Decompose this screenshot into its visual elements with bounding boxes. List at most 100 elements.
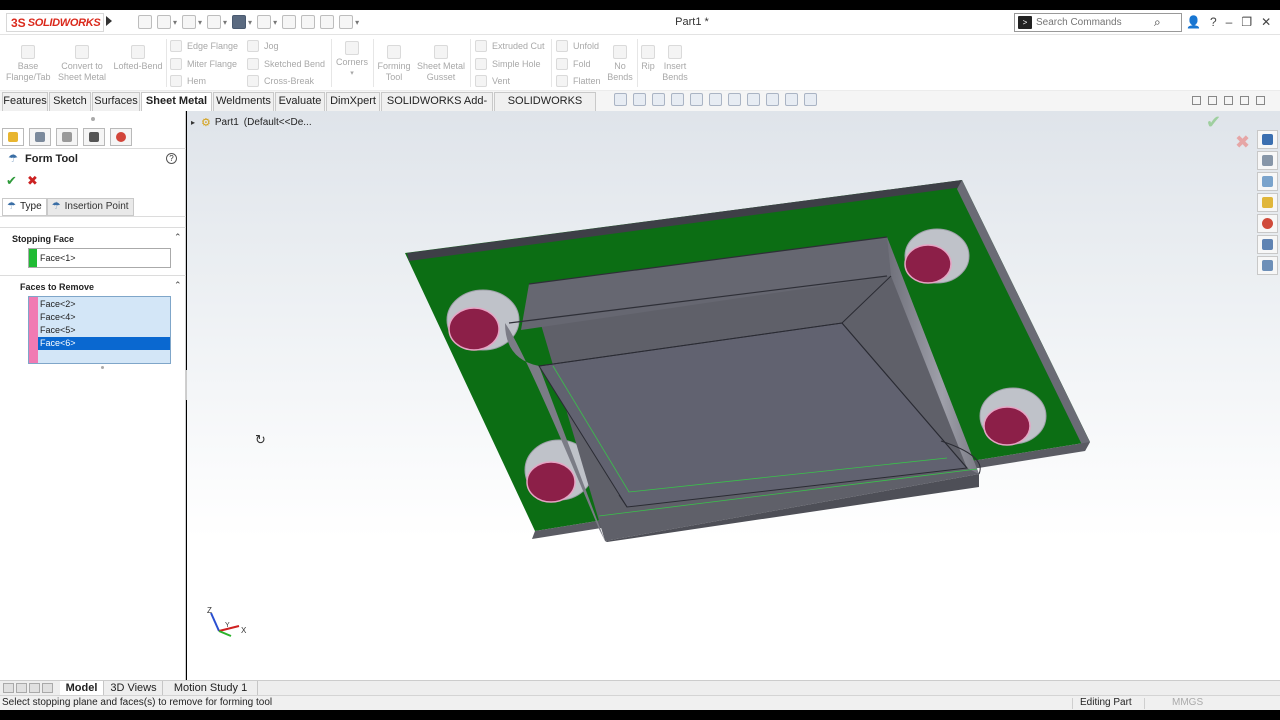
subtab-type[interactable]: ☂ Type	[2, 198, 47, 216]
display-manager-tab[interactable]	[110, 128, 132, 146]
rebuild-icon[interactable]	[301, 15, 316, 29]
print-icon[interactable]	[232, 15, 247, 29]
file-properties-icon[interactable]	[320, 15, 335, 29]
user-icon[interactable]: 👤	[1186, 15, 1201, 29]
new-dropdown-icon[interactable]: ▾	[173, 18, 177, 27]
apply-scene-icon[interactable]	[785, 93, 798, 106]
view-orientation-icon[interactable]	[709, 93, 722, 106]
save-icon[interactable]	[207, 15, 222, 29]
tab-solidworks-mbd[interactable]: SOLIDWORKS MBD	[494, 92, 596, 124]
faces-to-remove-collapse-icon[interactable]: ⌃	[174, 280, 182, 291]
tab-motion-study[interactable]: Motion Study 1	[164, 681, 258, 696]
first-tab-icon[interactable]	[3, 683, 14, 693]
sheet-metal-gusset-button[interactable]: Sheet Metal Gusset	[414, 45, 468, 83]
last-tab-icon[interactable]	[42, 683, 53, 693]
doc-minimize-icon[interactable]	[1224, 96, 1233, 105]
task-pane-resources-tab[interactable]	[1257, 151, 1278, 170]
next-tab-icon[interactable]	[29, 683, 40, 693]
base-flange-button[interactable]: Base Flange/Tab	[6, 45, 51, 83]
print-dropdown-icon[interactable]: ▾	[248, 18, 252, 27]
graphics-area[interactable]: ▸ ⚙ Part1 (Default<<De... ✔ ✖ ↻ Z X Y	[187, 111, 1280, 681]
feature-manager-tab[interactable]	[2, 128, 24, 146]
faces-to-remove-list[interactable]: Face<2> Face<4> Face<5> Face<6>	[28, 296, 171, 364]
corners-dropdown-icon[interactable]: ▾	[333, 68, 371, 79]
stopping-face-collapse-icon[interactable]: ⌃	[174, 232, 182, 243]
dimxpert-manager-tab[interactable]	[83, 128, 105, 146]
confirmation-accept-icon[interactable]: ✔	[1206, 112, 1221, 133]
list-item[interactable]: Face<5>	[38, 324, 170, 337]
property-manager-tab[interactable]	[29, 128, 51, 146]
tree-expand-icon[interactable]: ▸	[191, 118, 195, 127]
options-dropdown-icon[interactable]: ▾	[355, 18, 359, 27]
no-bends-button[interactable]: No Bends	[605, 45, 635, 83]
sketched-bend-button[interactable]: Sketched Bend	[247, 56, 325, 72]
simple-hole-button[interactable]: Simple Hole	[475, 56, 541, 72]
tab-sketch[interactable]: Sketch	[49, 92, 91, 111]
select-icon[interactable]	[282, 15, 297, 29]
undo-icon[interactable]	[257, 15, 272, 29]
confirmation-reject-icon[interactable]: ✖	[1235, 132, 1250, 153]
task-pane-home-tab[interactable]	[1257, 130, 1278, 149]
solidworks-logo[interactable]: 3S SOLIDWORKS	[6, 13, 104, 32]
task-pane-custom-properties-tab[interactable]	[1257, 235, 1278, 254]
task-pane-forum-tab[interactable]	[1257, 256, 1278, 275]
dynamic-annotation-icon[interactable]	[690, 93, 703, 106]
doc-cascade-icon[interactable]	[1208, 96, 1217, 105]
minimize-icon[interactable]: –	[1226, 15, 1233, 29]
tab-sheet-metal[interactable]: Sheet Metal	[141, 92, 212, 111]
extruded-cut-button[interactable]: Extruded Cut	[475, 38, 545, 54]
lofted-bend-button[interactable]: Lofted-Bend	[112, 45, 164, 72]
save-dropdown-icon[interactable]: ▾	[223, 18, 227, 27]
doc-close-icon[interactable]	[1256, 96, 1265, 105]
unfold-button[interactable]: Unfold	[556, 38, 599, 54]
logo-menu-arrow-icon[interactable]	[106, 16, 112, 26]
restore-icon[interactable]: ❐	[1241, 15, 1252, 29]
miter-flange-button[interactable]: Miter Flange	[170, 56, 237, 72]
search-commands[interactable]: > ⌕	[1014, 13, 1182, 32]
subtab-insertion-point[interactable]: ☂ Insertion Point	[46, 198, 134, 216]
cancel-button[interactable]: ✖	[27, 173, 38, 189]
task-pane-design-library-tab[interactable]	[1257, 172, 1278, 191]
tab-weldments[interactable]: Weldments	[213, 92, 274, 111]
flyout-tree-part[interactable]: ▸ ⚙ Part1 (Default<<De...	[191, 116, 312, 129]
edge-flange-button[interactable]: Edge Flange	[170, 38, 238, 54]
section-view-icon[interactable]	[671, 93, 684, 106]
ok-button[interactable]: ✔	[6, 173, 17, 189]
view-settings-icon[interactable]	[804, 93, 817, 106]
home-icon[interactable]	[138, 15, 152, 29]
zoom-to-area-icon[interactable]	[633, 93, 646, 106]
open-dropdown-icon[interactable]: ▾	[198, 18, 202, 27]
fold-button[interactable]: Fold	[556, 56, 591, 72]
rip-button[interactable]: Rip	[638, 45, 658, 72]
hide-show-items-icon[interactable]	[747, 93, 760, 106]
help-button[interactable]: ?	[166, 153, 177, 164]
forming-tool-button[interactable]: Forming Tool	[375, 45, 413, 83]
corners-button[interactable]: Corners ▾	[333, 41, 371, 79]
tab-3d-views[interactable]: 3D Views	[105, 681, 163, 696]
list-item[interactable]: Face<4>	[38, 311, 170, 324]
tab-solidworks-add-ins[interactable]: SOLIDWORKS Add-Ins	[381, 92, 493, 124]
tab-dimxpert[interactable]: DimXpert	[326, 92, 380, 111]
hem-button[interactable]: Hem	[170, 73, 206, 89]
list-item[interactable]: Face<2>	[38, 298, 170, 311]
task-pane-appearances-tab[interactable]	[1257, 214, 1278, 233]
tab-model[interactable]: Model	[60, 681, 104, 696]
flatten-button[interactable]: Flatten	[556, 73, 601, 89]
status-units[interactable]: MMGS	[1172, 697, 1203, 708]
configuration-manager-tab[interactable]	[56, 128, 78, 146]
tab-surfaces[interactable]: Surfaces	[92, 92, 140, 111]
help-icon[interactable]: ?	[1210, 15, 1217, 29]
insert-bends-button[interactable]: Insert Bends	[660, 45, 690, 83]
doc-restore-icon[interactable]	[1240, 96, 1249, 105]
search-icon[interactable]: ⌕	[1154, 15, 1161, 30]
new-document-icon[interactable]	[157, 15, 171, 29]
list-resize-grip[interactable]	[101, 366, 104, 369]
list-item-selected[interactable]: Face<6>	[38, 337, 170, 350]
panel-grip[interactable]	[91, 117, 95, 121]
zoom-to-fit-icon[interactable]	[614, 93, 627, 106]
undo-dropdown-icon[interactable]: ▾	[273, 18, 277, 27]
doc-tile-icon[interactable]	[1192, 96, 1201, 105]
search-input[interactable]	[1036, 17, 1154, 28]
previous-tab-icon[interactable]	[16, 683, 27, 693]
edit-appearance-icon[interactable]	[766, 93, 779, 106]
